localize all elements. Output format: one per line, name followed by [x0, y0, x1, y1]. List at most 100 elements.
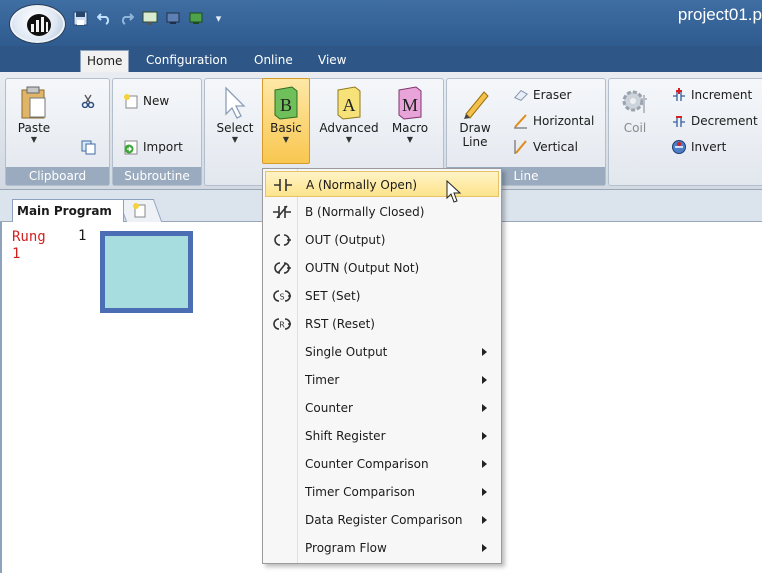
clipboard-group-label: Clipboard	[6, 167, 109, 185]
menu-item-label: OUT (Output)	[305, 233, 386, 247]
menu-item-single-output[interactable]: Single Output	[265, 339, 499, 365]
coil-label: Coil	[623, 121, 647, 135]
menu-item-program-flow[interactable]: Program Flow	[265, 535, 499, 561]
basic-button[interactable]: B Basic ▼	[262, 78, 310, 164]
output-coil-icon	[273, 232, 291, 248]
chevron-down-icon: ▼	[231, 135, 239, 144]
macro-icon-letter: M	[402, 95, 418, 115]
tab-online[interactable]: Online	[248, 50, 299, 72]
tab-configuration[interactable]: Configuration	[140, 50, 233, 72]
menu-item-counter[interactable]: Counter	[265, 395, 499, 421]
menu-item-label: SET (Set)	[305, 289, 361, 303]
macro-button[interactable]: M Macro ▼	[385, 85, 435, 145]
submenu-arrow-icon	[482, 516, 487, 524]
paste-icon	[19, 85, 49, 121]
rung-label: Rung	[12, 229, 46, 245]
decrement-button[interactable]: Decrement	[671, 113, 758, 129]
menu-item-normally-closed[interactable]: B (Normally Closed)	[265, 199, 499, 225]
tab-main-program[interactable]: Main Program	[12, 199, 124, 222]
title-bar: ▾ project01.p	[0, 0, 762, 46]
decrement-label: Decrement	[691, 114, 758, 128]
pencil-icon	[460, 85, 490, 121]
import-label: Import	[143, 140, 183, 154]
macro-instruction-icon: M	[395, 85, 425, 121]
eraser-label: Eraser	[533, 88, 572, 102]
menu-item-normally-open[interactable]: A (Normally Open)	[265, 171, 499, 197]
tab-home[interactable]: Home	[80, 50, 130, 72]
eraser-button[interactable]: Eraser	[513, 87, 571, 103]
menu-item-shift-register[interactable]: Shift Register	[265, 423, 499, 449]
basic-label: Basic	[270, 121, 302, 135]
decrement-icon	[671, 113, 687, 129]
upload-icon[interactable]	[187, 10, 204, 26]
menu-item-data-register-comparison[interactable]: Data Register Comparison	[265, 507, 499, 533]
monitor-icon[interactable]	[141, 10, 158, 26]
increment-icon	[671, 87, 687, 103]
advanced-button[interactable]: A Advanced ▼	[319, 85, 379, 145]
app-menu-button[interactable]	[9, 4, 66, 44]
paste-label: Paste	[17, 121, 51, 135]
undo-icon[interactable]	[95, 10, 112, 26]
menu-item-label: Program Flow	[305, 541, 387, 555]
gear-icon	[620, 85, 650, 121]
vertical-line-button[interactable]: Vertical	[513, 139, 578, 155]
app-window: ▾ project01.p Home Configuration Online …	[0, 0, 762, 573]
menu-item-label: Shift Register	[305, 429, 386, 443]
set-coil-icon: S	[273, 288, 291, 304]
draw-line-button[interactable]: Draw Line	[453, 85, 497, 149]
chevron-down-icon: ▼	[30, 135, 38, 144]
rung-number: 1	[12, 246, 21, 262]
redo-icon[interactable]	[118, 10, 135, 26]
reset-coil-icon: R	[273, 316, 291, 332]
import-icon	[123, 139, 139, 155]
subroutine-group: New Import Subroutine	[112, 78, 202, 186]
menu-item-counter-comparison[interactable]: Counter Comparison	[265, 451, 499, 477]
output-not-coil-icon	[273, 260, 291, 276]
coil-button[interactable]: Coil	[615, 85, 655, 135]
menu-item-label: A (Normally Open)	[306, 178, 418, 192]
select-label: Select	[216, 121, 254, 135]
new-program-icon	[131, 202, 147, 218]
tab-view[interactable]: View	[312, 50, 352, 72]
increment-label: Increment	[691, 88, 753, 102]
new-label: New	[143, 94, 170, 108]
new-subroutine-button[interactable]: New	[123, 93, 169, 109]
menu-item-timer-comparison[interactable]: Timer Comparison	[265, 479, 499, 505]
menu-item-reset[interactable]: R RST (Reset)	[265, 311, 499, 337]
import-button[interactable]: Import	[123, 139, 183, 155]
basic-icon-letter: B	[280, 95, 292, 115]
vertical-line-icon	[513, 139, 529, 155]
menu-item-output-not[interactable]: OUTN (Output Not)	[265, 255, 499, 281]
advanced-instruction-icon: A	[334, 85, 364, 121]
copy-button[interactable]	[80, 139, 96, 155]
menu-item-label: Single Output	[305, 345, 388, 359]
mouse-cursor-icon	[446, 179, 462, 204]
new-document-icon	[123, 93, 139, 109]
menu-item-label: Timer Comparison	[305, 485, 415, 499]
customize-toolbar-icon[interactable]: ▾	[210, 10, 227, 26]
cut-icon	[80, 93, 96, 109]
selected-cell[interactable]	[100, 231, 193, 313]
horizontal-line-button[interactable]: Horizontal	[513, 113, 594, 129]
rung-index: 1	[78, 228, 87, 244]
download-icon[interactable]	[164, 10, 181, 26]
menu-item-label: Counter Comparison	[305, 457, 429, 471]
paste-button[interactable]: Paste ▼	[12, 85, 56, 145]
select-button[interactable]: Select ▼	[213, 85, 257, 145]
menu-item-label: RST (Reset)	[305, 317, 375, 331]
eraser-icon	[513, 87, 529, 103]
menu-item-output[interactable]: OUT (Output)	[265, 227, 499, 253]
chevron-down-icon: ▼	[282, 135, 290, 144]
basic-dropdown-menu: A (Normally Open) B (Normally Closed) OU…	[262, 168, 502, 564]
save-icon[interactable]	[72, 10, 89, 26]
menu-item-timer[interactable]: Timer	[265, 367, 499, 393]
cut-button[interactable]	[80, 93, 96, 109]
macro-label: Macro	[391, 121, 429, 135]
invert-button[interactable]: Invert	[671, 139, 726, 155]
increment-button[interactable]: Increment	[671, 87, 752, 103]
window-title: project01.p	[677, 5, 762, 24]
coil-group: Coil Increment Decrement Invert	[608, 78, 762, 186]
select-cursor-icon	[220, 85, 250, 121]
menu-item-set[interactable]: S SET (Set)	[265, 283, 499, 309]
menu-item-label: Counter	[305, 401, 353, 415]
